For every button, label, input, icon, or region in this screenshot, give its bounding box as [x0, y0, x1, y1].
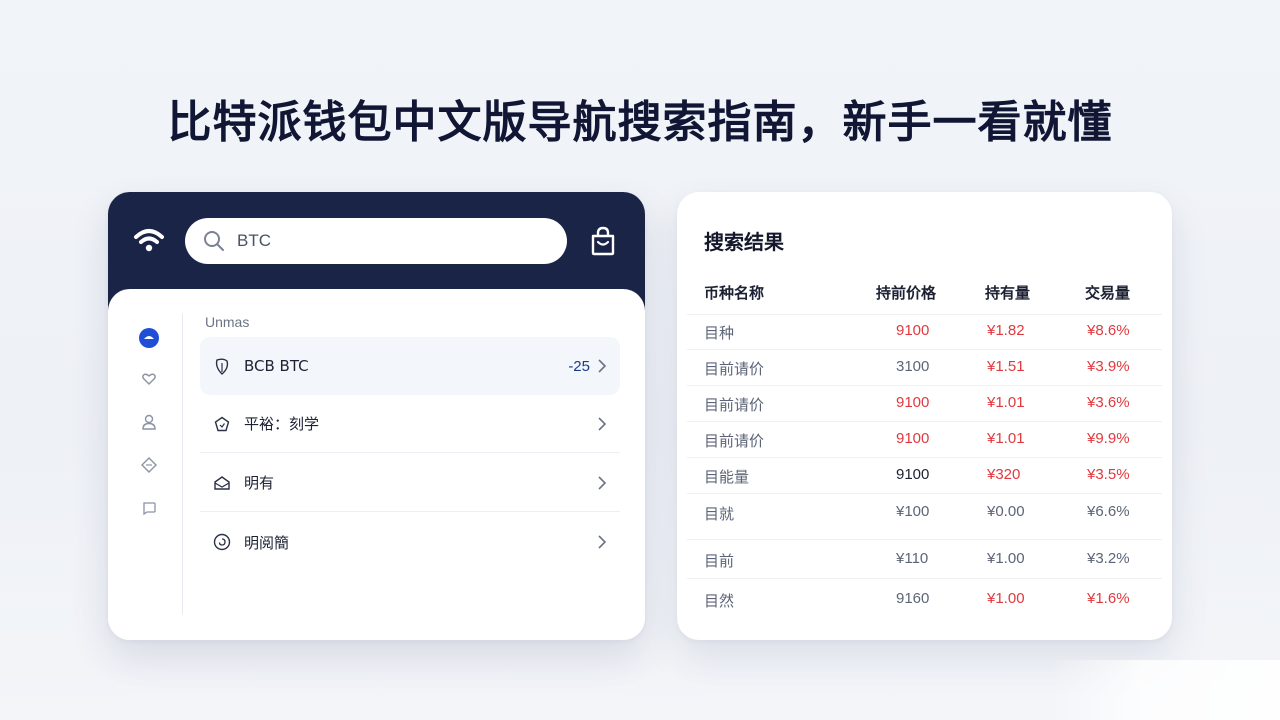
home-icon: [139, 328, 159, 348]
column-header: 持前价格: [876, 284, 937, 302]
list-item-label: 明阅簡: [244, 533, 290, 552]
side-nav-favorites[interactable]: [136, 366, 162, 392]
table-cell-volume: ¥6.6%: [1087, 503, 1130, 520]
list-item-holdings[interactable]: 明有: [200, 454, 620, 512]
user-icon: [142, 414, 156, 430]
table-cell-holding: ¥1.82: [987, 322, 1025, 339]
side-nav-profile[interactable]: [136, 409, 162, 435]
table-cell-price: 9100: [896, 322, 930, 339]
table-cell-holding: ¥1.01: [987, 394, 1025, 411]
table-cell-price: ¥100: [896, 503, 930, 520]
table-cell-volume: ¥3.9%: [1087, 358, 1130, 375]
heart-icon: [142, 373, 156, 385]
table-cell-volume: ¥1.6%: [1087, 590, 1130, 607]
table-cell-name: 目前请价: [704, 432, 765, 450]
search-input[interactable]: [235, 230, 539, 252]
page: 比特派钱包中文版导航搜索指南，新手一看就懂 BTC Unmas BCB BTC …: [0, 0, 1280, 720]
table-cell-holding: ¥0.00: [987, 503, 1025, 520]
table-cell-price: 9100: [896, 430, 930, 447]
side-nav-home[interactable]: [136, 325, 162, 351]
table-cell-name: 目能量: [704, 468, 750, 486]
list-item-learn[interactable]: 平裕：刻学: [200, 395, 620, 453]
table-cell-price: 9100: [896, 466, 930, 483]
list-item-label: 明有: [244, 474, 275, 492]
table-cell-holding: ¥1.00: [987, 550, 1025, 567]
search-box[interactable]: [185, 218, 567, 264]
side-nav-messages[interactable]: [136, 495, 162, 521]
table-cell-price: 3100: [896, 358, 930, 375]
wifi-icon[interactable]: [133, 226, 165, 254]
row-divider: [687, 578, 1162, 579]
table-cell-volume: ¥3.6%: [1087, 394, 1130, 411]
bag-icon[interactable]: [590, 226, 616, 256]
table-cell-volume: ¥3.2%: [1087, 550, 1130, 567]
results-title: 搜索结果: [704, 230, 784, 254]
leaf-icon: [212, 356, 232, 376]
side-nav-discover[interactable]: [136, 452, 162, 478]
table-cell-name: 目然: [704, 592, 735, 610]
row-divider: [687, 493, 1162, 494]
page-title: 比特派钱包中文版导航搜索指南，新手一看就懂: [167, 97, 1113, 148]
table-cell-volume: ¥9.9%: [1087, 430, 1130, 447]
chevron-right-icon: [598, 475, 607, 490]
list-item-label: 平裕：刻学: [244, 415, 320, 433]
table-cell-holding: ¥1.01: [987, 430, 1025, 447]
list-item-label: BCB BTC: [244, 357, 309, 375]
table-cell-price: 9100: [896, 394, 930, 411]
search-results-panel: 搜索结果 币种名称 持前价格 持有量 交易量 目种 9100 ¥1.82 ¥8.…: [677, 192, 1172, 640]
table-cell-name: 目就: [704, 505, 735, 523]
search-icon: [204, 231, 224, 251]
row-divider: [687, 421, 1162, 422]
table-cell-holding: ¥320: [987, 466, 1021, 483]
column-header: 币种名称: [704, 284, 765, 302]
table-cell-name: 目前请价: [704, 360, 765, 378]
table-cell-price: ¥110: [896, 550, 929, 567]
content-card: Unmas BCB BTC -25 平裕：刻学 明有 明阅簡: [108, 289, 645, 640]
table-cell-holding: ¥1.00: [987, 590, 1025, 607]
table-cell-volume: ¥3.5%: [1087, 466, 1130, 483]
list-item-btc[interactable]: BCB BTC -25: [200, 337, 620, 395]
table-cell-name: 目前: [704, 552, 735, 570]
sidebar-divider: [182, 314, 183, 614]
table-cell-name: 目种: [704, 324, 735, 342]
row-divider: [687, 385, 1162, 386]
row-divider: [687, 314, 1162, 315]
list-item-value: -25: [568, 357, 590, 375]
list-item-reading[interactable]: 明阅簡: [200, 513, 620, 571]
chat-icon: [143, 502, 156, 515]
diamond-icon: [141, 457, 157, 473]
wallet-search-panel: Unmas BCB BTC -25: [108, 192, 645, 640]
table-cell-price: 9160: [896, 590, 930, 607]
pentagon-icon: [212, 414, 232, 434]
chevron-right-icon: [598, 359, 607, 373]
table-cell-holding: ¥1.51: [987, 358, 1025, 375]
list-heading: Unmas: [205, 314, 250, 330]
chevron-right-icon: [598, 416, 607, 431]
table-cell-volume: ¥8.6%: [1087, 322, 1130, 339]
row-divider: [687, 349, 1162, 350]
column-header: 持有量: [985, 284, 1031, 302]
mail-icon: [212, 473, 232, 493]
light-glare: [1050, 660, 1280, 720]
row-divider: [687, 539, 1162, 540]
row-divider: [687, 457, 1162, 458]
spiral-icon: [212, 532, 232, 552]
chevron-right-icon: [598, 535, 607, 549]
table-cell-name: 目前请价: [704, 396, 765, 414]
column-header: 交易量: [1085, 284, 1131, 302]
